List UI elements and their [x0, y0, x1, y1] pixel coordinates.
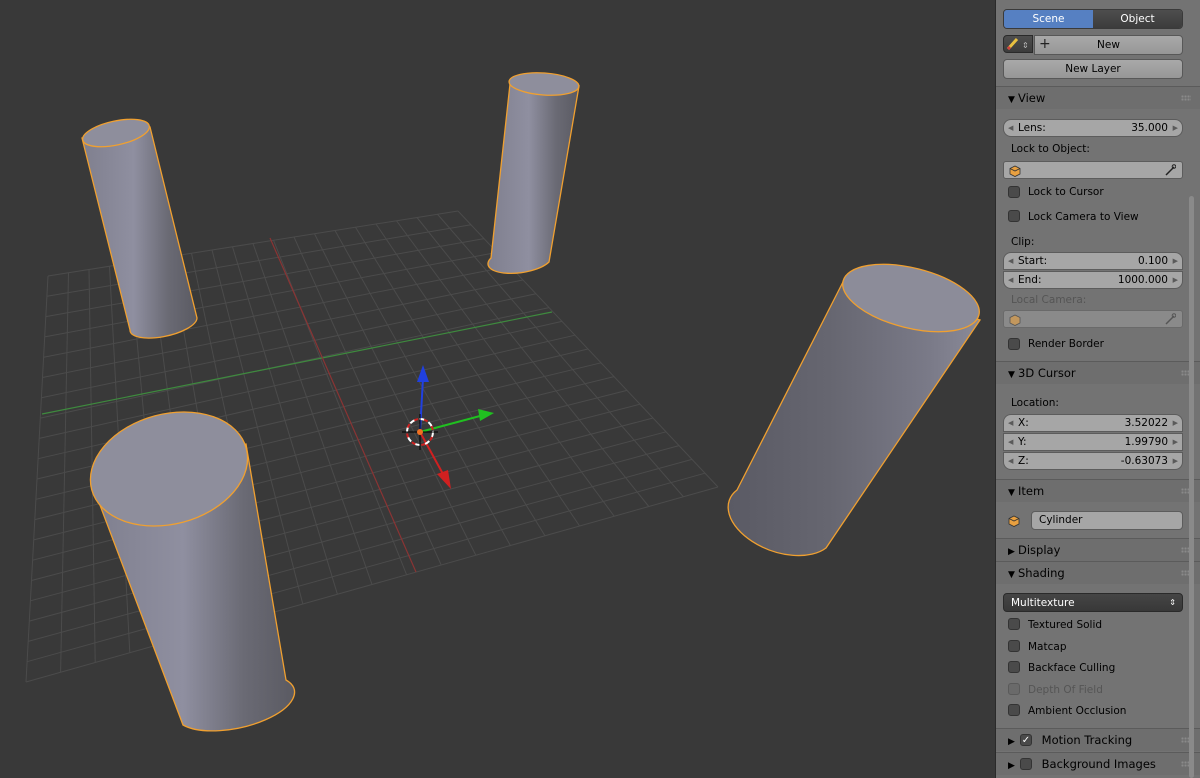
cursor-z-value: -0.63073: [1120, 455, 1168, 467]
clip-start-label: Start:: [1018, 255, 1048, 267]
lock-to-object-label: Lock to Object:: [1011, 143, 1090, 155]
depth-of-field-checkbox: [1008, 683, 1020, 695]
clip-end-value: 1000.000: [1117, 274, 1168, 286]
tab-object[interactable]: Object: [1093, 10, 1182, 28]
motion-tracking-panel-header[interactable]: ▶ ✓ Motion Tracking: [996, 728, 1200, 751]
triangle-down-icon: ▼: [1008, 570, 1015, 580]
clip-end-label: End:: [1018, 274, 1042, 286]
textured-solid-label: Textured Solid: [1028, 619, 1103, 631]
cursor-y-field[interactable]: ◀ Y: 1.99790 ▶: [1003, 433, 1183, 451]
properties-panel: Scene Object ⇕ + New New Layer ▼ View ◀ Le…: [995, 0, 1200, 778]
scene-object-tabs: Scene Object: [1003, 9, 1183, 29]
triangle-down-icon: ▼: [1008, 95, 1015, 105]
lock-to-cursor-checkbox[interactable]: [1008, 186, 1020, 198]
plus-icon: +: [1039, 36, 1051, 52]
new-button[interactable]: + New: [1034, 35, 1183, 55]
shading-mode-value: Multitexture: [1011, 597, 1075, 609]
matcap-label: Matcap: [1028, 641, 1067, 653]
triangle-down-icon: ▼: [1008, 488, 1015, 498]
cursor-x-label: X:: [1018, 417, 1029, 429]
updown-arrows-icon: ⇕: [1169, 598, 1176, 607]
grease-pencil-selector[interactable]: ⇕: [1003, 35, 1033, 53]
ambient-occlusion-label: Ambient Occlusion: [1028, 705, 1127, 717]
new-button-label: New: [1097, 39, 1120, 51]
cursor-z-field[interactable]: ◀ Z: -0.63073 ▶: [1003, 452, 1183, 470]
lens-field[interactable]: ◀ Lens: 35.000 ▶: [1003, 119, 1183, 137]
local-camera-label: Local Camera:: [1011, 294, 1087, 306]
lens-label: Lens:: [1018, 122, 1046, 134]
view-panel-header[interactable]: ▼ View: [996, 86, 1200, 109]
tab-scene[interactable]: Scene: [1004, 10, 1093, 28]
cylinder-object[interactable]: [727, 252, 986, 557]
location-label: Location:: [1011, 397, 1059, 409]
local-camera-field: [1003, 310, 1183, 328]
shading-mode-dropdown[interactable]: Multitexture ⇕: [1003, 593, 1183, 612]
render-border-label: Render Border: [1028, 338, 1104, 350]
backface-culling-checkbox[interactable]: [1008, 661, 1020, 673]
item-name-input[interactable]: Cylinder: [1031, 511, 1183, 530]
new-layer-button[interactable]: New Layer: [1003, 59, 1183, 79]
triangle-right-icon: ▶: [1008, 761, 1015, 771]
render-border-checkbox[interactable]: [1008, 338, 1020, 350]
backface-culling-label: Backface Culling: [1028, 662, 1116, 674]
cube-icon: [1009, 314, 1021, 326]
cursor-x-value: 3.52022: [1124, 417, 1168, 429]
3d-cursor-title: 3D Cursor: [1018, 366, 1076, 380]
eyedropper-icon[interactable]: [1164, 164, 1176, 176]
cursor-x-field[interactable]: ◀ X: 3.52022 ▶: [1003, 414, 1183, 432]
view-title: View: [1018, 91, 1046, 105]
clip-start-value: 0.100: [1137, 255, 1168, 267]
triangle-down-icon: ▼: [1008, 370, 1015, 380]
shading-title: Shading: [1018, 566, 1065, 580]
ambient-occlusion-checkbox[interactable]: [1008, 704, 1020, 716]
clip-end-field[interactable]: ◀ End: 1000.000 ▶: [1003, 271, 1183, 289]
display-title: Display: [1018, 543, 1061, 557]
lock-to-object-field[interactable]: [1003, 161, 1183, 179]
background-images-title: Background Images: [1041, 757, 1156, 771]
display-panel-header[interactable]: ▶ Display: [996, 538, 1200, 561]
lens-value: 35.000: [1131, 122, 1168, 134]
3d-viewport[interactable]: [0, 0, 995, 778]
3d-cursor-panel-header[interactable]: ▼ 3D Cursor: [996, 361, 1200, 384]
cursor-z-label: Z:: [1018, 455, 1029, 467]
panel-scrollbar[interactable]: [1189, 196, 1194, 778]
viewport-canvas[interactable]: [0, 0, 995, 778]
motion-tracking-title: Motion Tracking: [1041, 733, 1133, 747]
cube-icon: [1008, 515, 1020, 527]
depth-of-field-label: Depth Of Field: [1028, 684, 1103, 696]
cursor-y-value: 1.99790: [1124, 436, 1168, 448]
cylinder-object[interactable]: [80, 114, 198, 339]
pencil-icon: ⇕: [1006, 37, 1029, 51]
cylinder-object[interactable]: [487, 71, 580, 274]
cursor-y-label: Y:: [1018, 436, 1027, 448]
lock-to-cursor-label: Lock to Cursor: [1028, 186, 1104, 198]
shading-panel-header[interactable]: ▼ Shading: [996, 561, 1200, 584]
clip-label: Clip:: [1011, 236, 1035, 248]
eyedropper-icon: [1165, 313, 1176, 325]
item-title: Item: [1018, 484, 1045, 498]
background-images-panel-header[interactable]: ▶ Background Images: [996, 752, 1200, 775]
item-panel-header[interactable]: ▼ Item: [996, 479, 1200, 502]
grip-icon[interactable]: [1181, 95, 1191, 101]
triangle-right-icon: ▶: [1008, 737, 1015, 747]
cube-icon: [1009, 165, 1021, 177]
textured-solid-checkbox[interactable]: [1008, 618, 1020, 630]
clip-start-field[interactable]: ◀ Start: 0.100 ▶: [1003, 252, 1183, 270]
x-axis-line: [269, 237, 417, 573]
lock-camera-to-view-checkbox[interactable]: [1008, 210, 1020, 222]
svg-text:⇕: ⇕: [1022, 41, 1029, 50]
background-images-checkbox[interactable]: [1020, 758, 1032, 770]
lock-camera-to-view-label: Lock Camera to View: [1028, 211, 1139, 223]
motion-tracking-checkbox[interactable]: ✓: [1020, 734, 1032, 746]
matcap-checkbox[interactable]: [1008, 640, 1020, 652]
